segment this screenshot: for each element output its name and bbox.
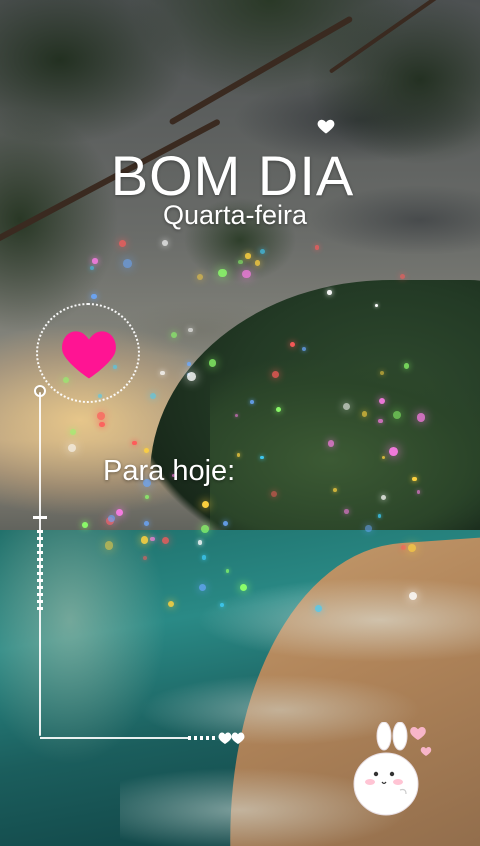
glitter-particle xyxy=(92,258,98,264)
glitter-particle xyxy=(327,440,334,447)
glitter-particle xyxy=(378,397,385,404)
glitter-particle xyxy=(81,521,88,528)
glitter-particle xyxy=(333,488,337,492)
glitter-particle xyxy=(208,358,217,367)
glitter-particle xyxy=(242,269,251,279)
glitter-particle xyxy=(245,253,251,259)
glitter-particle xyxy=(119,240,126,248)
glitter-particle xyxy=(67,444,76,453)
glitter-particle xyxy=(123,259,133,268)
glitter-particle xyxy=(314,245,320,250)
glitter-particle xyxy=(416,413,425,422)
glitter-particle xyxy=(250,400,254,404)
double-heart-icon xyxy=(218,732,245,744)
glitter-particle xyxy=(412,476,417,482)
glitter-particle xyxy=(225,568,230,573)
glitter-particle xyxy=(186,361,191,366)
glitter-particle xyxy=(186,371,196,381)
timeline-tick xyxy=(33,516,47,519)
glitter-particle xyxy=(344,508,350,514)
pink-heart-icon xyxy=(62,331,116,379)
glitter-particle xyxy=(222,520,228,526)
glitter-particle xyxy=(140,536,149,544)
glitter-particle xyxy=(259,249,265,255)
glitter-particle xyxy=(97,412,105,420)
glitter-particle xyxy=(162,240,168,246)
weekday-subtitle: Quarta-feira xyxy=(162,200,308,230)
timeline-horizontal-line xyxy=(40,737,188,739)
glitter-particle xyxy=(315,605,322,613)
glitter-particle xyxy=(143,521,149,526)
glitter-particle xyxy=(301,346,306,351)
glitter-particle xyxy=(365,525,372,532)
timeline-dotted-end xyxy=(188,736,218,740)
glitter-particle xyxy=(254,259,261,266)
glitter-particle xyxy=(108,515,115,522)
glitter-particle xyxy=(99,421,105,428)
today-label: Para hoje: xyxy=(103,455,236,487)
glitter-particle xyxy=(374,303,378,307)
glitter-particle xyxy=(144,495,149,500)
glitter-particle xyxy=(236,453,241,457)
bunny-sticker xyxy=(353,722,432,816)
glitter-particle xyxy=(89,265,94,271)
glitter-particle xyxy=(399,273,405,280)
glitter-particle xyxy=(143,447,149,453)
glitter-particle xyxy=(377,514,381,518)
story-canvas: BOM DIA Quarta-feira Para hoje: xyxy=(0,0,480,846)
glitter-particle xyxy=(378,418,383,424)
glitter-particle xyxy=(70,428,77,435)
glitter-particle xyxy=(115,508,123,516)
glitter-particle xyxy=(91,293,97,300)
glitter-particle xyxy=(142,555,147,560)
timeline-dotted-segment xyxy=(37,530,43,610)
white-heart-icon xyxy=(317,119,335,134)
glitter-particle xyxy=(327,290,333,295)
glitter-particle xyxy=(201,500,210,509)
glitter-particle xyxy=(188,327,193,333)
glitter-particle xyxy=(200,525,209,533)
glitter-particle xyxy=(237,259,243,265)
glitter-particle xyxy=(198,540,203,545)
page-title: BOM DIA xyxy=(110,144,355,207)
